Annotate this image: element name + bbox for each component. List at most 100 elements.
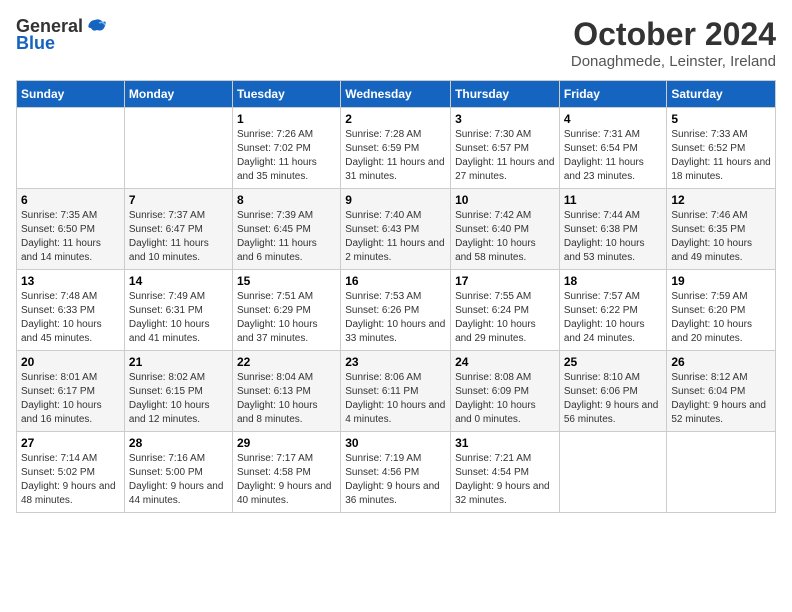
month-title: October 2024 [571,16,776,53]
day-info: Sunrise: 8:10 AMSunset: 6:06 PMDaylight:… [564,371,663,427]
calendar-cell: 9Sunrise: 7:40 AMSunset: 6:43 PMDaylight… [341,189,451,270]
day-info: Sunrise: 7:59 AMSunset: 6:20 PMDaylight:… [671,290,771,346]
day-number: 7 [129,193,228,207]
day-info: Sunrise: 7:28 AMSunset: 6:59 PMDaylight:… [345,128,446,184]
calendar-cell: 7Sunrise: 7:37 AMSunset: 6:47 PMDaylight… [124,189,232,270]
day-info: Sunrise: 7:17 AMSunset: 4:58 PMDaylight:… [237,452,336,508]
day-number: 21 [129,355,228,369]
weekday-header-sunday: Sunday [17,81,125,108]
day-info: Sunrise: 8:06 AMSunset: 6:11 PMDaylight:… [345,371,446,427]
day-number: 18 [564,274,663,288]
calendar-cell [667,432,776,513]
calendar-cell: 27 Sunrise: 7:14 AMSunset: 5:02 PMDayligh… [17,432,125,513]
day-number: 10 [455,193,555,207]
day-info: Sunrise: 7:21 AMSunset: 4:54 PMDaylight:… [455,452,555,508]
day-info: Sunrise: 7:39 AMSunset: 6:45 PMDaylight:… [237,209,336,265]
day-info: Sunrise: 7:19 AMSunset: 4:56 PMDaylight:… [345,452,446,508]
calendar-cell: 4Sunrise: 7:31 AMSunset: 6:54 PMDaylight… [559,108,667,189]
day-number: 2 [345,112,446,126]
calendar-cell: 21 Sunrise: 8:02 AMSunset: 6:15 PMDayligh… [124,351,232,432]
calendar-cell [559,432,667,513]
day-info: Sunrise: 7:35 AMSunset: 6:50 PMDaylight:… [21,209,120,265]
weekday-header-wednesday: Wednesday [341,81,451,108]
day-info: Sunrise: 7:46 AMSunset: 6:35 PMDaylight:… [671,209,771,265]
logo: General Blue [16,16,107,54]
day-number: 28 [129,436,228,450]
calendar-week-row: 27 Sunrise: 7:14 AMSunset: 5:02 PMDayligh… [17,432,776,513]
location-title: Donaghmede, Leinster, Ireland [571,53,776,70]
day-info: Sunrise: 7:26 AMSunset: 7:02 PMDaylight:… [237,128,336,184]
day-number: 12 [671,193,771,207]
day-info: Sunrise: 7:44 AMSunset: 6:38 PMDaylight:… [564,209,663,265]
day-info: Sunrise: 7:51 AMSunset: 6:29 PMDaylight:… [237,290,336,346]
calendar-cell: 5 Sunrise: 7:33 AMSunset: 6:52 PMDaylight… [667,108,776,189]
calendar-week-row: 1 Sunrise: 7:26 AMSunset: 7:02 PMDaylight… [17,108,776,189]
calendar-week-row: 6Sunrise: 7:35 AMSunset: 6:50 PMDaylight… [17,189,776,270]
calendar-cell: 2 Sunrise: 7:28 AMSunset: 6:59 PMDaylight… [341,108,451,189]
day-number: 9 [345,193,446,207]
calendar-cell: 19 Sunrise: 7:59 AMSunset: 6:20 PMDayligh… [667,270,776,351]
calendar-cell: 15Sunrise: 7:51 AMSunset: 6:29 PMDayligh… [232,270,340,351]
day-info: Sunrise: 7:55 AMSunset: 6:24 PMDaylight:… [455,290,555,346]
day-number: 8 [237,193,336,207]
calendar-cell: 20 Sunrise: 8:01 AMSunset: 6:17 PMDayligh… [17,351,125,432]
logo-bird-icon [85,18,107,36]
calendar-cell: 13 Sunrise: 7:48 AMSunset: 6:33 PMDayligh… [17,270,125,351]
day-number: 22 [237,355,336,369]
calendar-cell: 26Sunrise: 8:12 AMSunset: 6:04 PMDayligh… [667,351,776,432]
day-number: 17 [455,274,555,288]
weekday-header-monday: Monday [124,81,232,108]
calendar-cell: 11 Sunrise: 7:44 AMSunset: 6:38 PMDayligh… [559,189,667,270]
calendar-cell [17,108,125,189]
day-number: 25 [564,355,663,369]
weekday-header-thursday: Thursday [451,81,560,108]
calendar-cell: 1 Sunrise: 7:26 AMSunset: 7:02 PMDaylight… [232,108,340,189]
day-info: Sunrise: 7:53 AMSunset: 6:26 PMDaylight:… [345,290,446,346]
day-number: 1 [237,112,336,126]
day-info: Sunrise: 7:14 AMSunset: 5:02 PMDaylight:… [21,452,120,508]
day-number: 19 [671,274,771,288]
day-info: Sunrise: 8:04 AMSunset: 6:13 PMDaylight:… [237,371,336,427]
calendar-header-row: SundayMondayTuesdayWednesdayThursdayFrid… [17,81,776,108]
calendar-cell: 29 Sunrise: 7:17 AMSunset: 4:58 PMDayligh… [232,432,340,513]
calendar-cell: 10 Sunrise: 7:42 AMSunset: 6:40 PMDayligh… [451,189,560,270]
day-info: Sunrise: 8:12 AMSunset: 6:04 PMDaylight:… [671,371,771,427]
calendar-cell: 22 Sunrise: 8:04 AMSunset: 6:13 PMDayligh… [232,351,340,432]
day-info: Sunrise: 8:02 AMSunset: 6:15 PMDaylight:… [129,371,228,427]
day-info: Sunrise: 7:16 AMSunset: 5:00 PMDaylight:… [129,452,228,508]
calendar-cell: 25 Sunrise: 8:10 AMSunset: 6:06 PMDayligh… [559,351,667,432]
calendar-cell: 28 Sunrise: 7:16 AMSunset: 5:00 PMDayligh… [124,432,232,513]
day-info: Sunrise: 8:01 AMSunset: 6:17 PMDaylight:… [21,371,120,427]
calendar-cell: 8 Sunrise: 7:39 AMSunset: 6:45 PMDaylight… [232,189,340,270]
day-number: 29 [237,436,336,450]
calendar-cell: 31Sunrise: 7:21 AMSunset: 4:54 PMDayligh… [451,432,560,513]
calendar-cell: 14Sunrise: 7:49 AMSunset: 6:31 PMDayligh… [124,270,232,351]
calendar-table: SundayMondayTuesdayWednesdayThursdayFrid… [16,80,776,513]
calendar-cell: 23 Sunrise: 8:06 AMSunset: 6:11 PMDayligh… [341,351,451,432]
day-number: 11 [564,193,663,207]
day-number: 27 [21,436,120,450]
page-header: General Blue October 2024 Donaghmede, Le… [16,16,776,70]
logo-blue-text: Blue [16,33,55,54]
calendar-cell: 24Sunrise: 8:08 AMSunset: 6:09 PMDayligh… [451,351,560,432]
day-info: Sunrise: 7:57 AMSunset: 6:22 PMDaylight:… [564,290,663,346]
day-number: 13 [21,274,120,288]
day-number: 23 [345,355,446,369]
day-number: 5 [671,112,771,126]
day-info: Sunrise: 7:30 AMSunset: 6:57 PMDaylight:… [455,128,555,184]
day-number: 20 [21,355,120,369]
day-info: Sunrise: 7:33 AMSunset: 6:52 PMDaylight:… [671,128,771,184]
calendar-week-row: 20 Sunrise: 8:01 AMSunset: 6:17 PMDayligh… [17,351,776,432]
day-number: 14 [129,274,228,288]
day-number: 3 [455,112,555,126]
day-info: Sunrise: 7:42 AMSunset: 6:40 PMDaylight:… [455,209,555,265]
weekday-header-saturday: Saturday [667,81,776,108]
calendar-cell: 30 Sunrise: 7:19 AMSunset: 4:56 PMDayligh… [341,432,451,513]
calendar-cell: 6Sunrise: 7:35 AMSunset: 6:50 PMDaylight… [17,189,125,270]
calendar-cell: 3 Sunrise: 7:30 AMSunset: 6:57 PMDaylight… [451,108,560,189]
calendar-cell: 18 Sunrise: 7:57 AMSunset: 6:22 PMDayligh… [559,270,667,351]
day-info: Sunrise: 8:08 AMSunset: 6:09 PMDaylight:… [455,371,555,427]
day-info: Sunrise: 7:48 AMSunset: 6:33 PMDaylight:… [21,290,120,346]
day-number: 30 [345,436,446,450]
title-area: October 2024 Donaghmede, Leinster, Irela… [571,16,776,70]
